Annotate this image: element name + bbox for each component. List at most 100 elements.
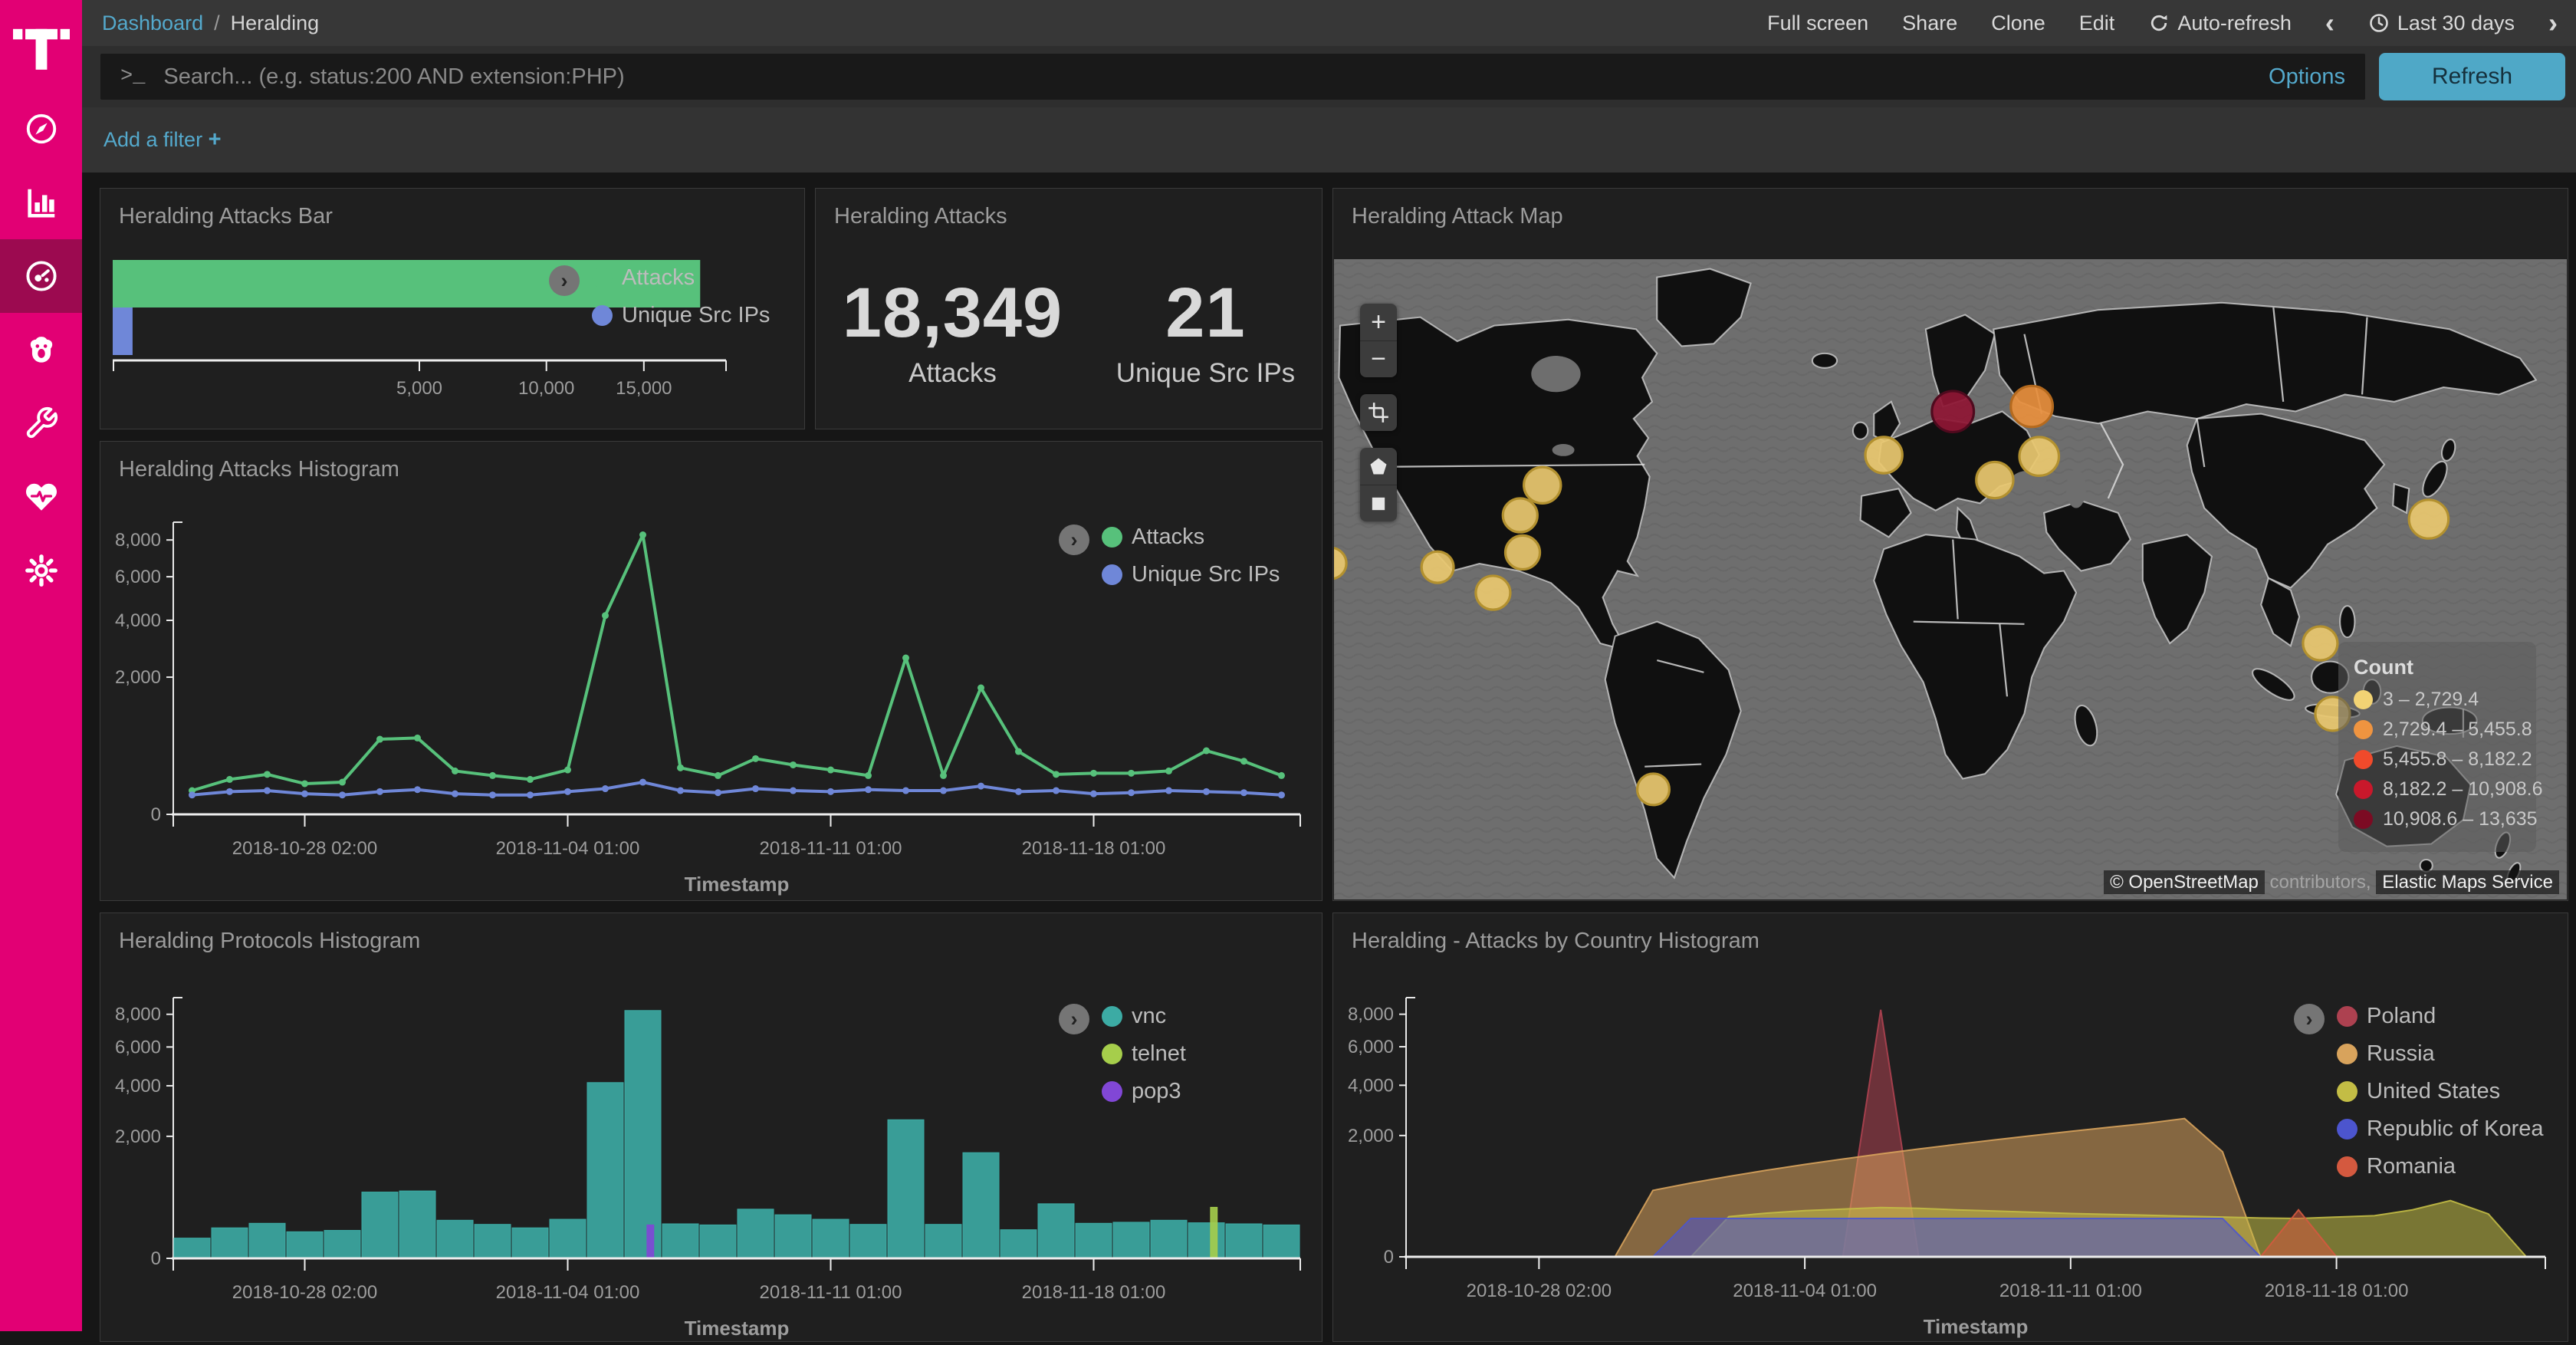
legend-label: 5,455.8 – 8,182.2: [2383, 748, 2532, 771]
metric-unique-src-ips: 21 Unique Src IPs: [1116, 273, 1295, 389]
legend-item[interactable]: Attacks: [1102, 525, 1280, 550]
legend-item[interactable]: telnet: [1102, 1041, 1186, 1067]
edit-button[interactable]: Edit: [2079, 12, 2115, 35]
map-controls: + −: [1360, 304, 1397, 521]
map-legend-item: 5,455.8 – 8,182.2: [2354, 748, 2521, 771]
rectangle-icon: [1368, 493, 1389, 515]
panel-heralding-attacks-metric: Heralding Attacks 18,349 Attacks 21 Uniq…: [815, 188, 1322, 429]
sidebar-item-discover[interactable]: [0, 92, 82, 166]
svg-text:2018-11-18 01:00: 2018-11-18 01:00: [2265, 1281, 2409, 1301]
map-legend-item: 3 – 2,729.4: [2354, 689, 2521, 711]
svg-text:15,000: 15,000: [616, 378, 672, 399]
map-draw-polygon-button[interactable]: [1360, 448, 1397, 485]
svg-text:6,000: 6,000: [1348, 1037, 1394, 1057]
dashboard-grid: Heralding Attacks Bar 5,00010,00015,000 …: [82, 173, 2576, 1331]
world-map[interactable]: + −: [1334, 259, 2567, 899]
share-button[interactable]: Share: [1902, 12, 1957, 35]
search-input[interactable]: [163, 64, 2253, 90]
sidebar-item-monitoring[interactable]: [0, 460, 82, 534]
crop-icon: [1368, 402, 1389, 423]
full-screen-button[interactable]: Full screen: [1767, 12, 1868, 35]
legend-item[interactable]: Attacks: [592, 265, 770, 291]
map-attribution: © OpenStreetMap contributors, Elastic Ma…: [2104, 872, 2559, 893]
map-zoom-out-button[interactable]: −: [1360, 340, 1397, 377]
legend-item[interactable]: Unique Src IPs: [1102, 562, 1280, 587]
legend-toggle-icon[interactable]: ›: [1059, 525, 1089, 555]
legend-color-dot: [592, 268, 613, 288]
legend-color-dot: [592, 305, 613, 326]
svg-text:2018-11-04 01:00: 2018-11-04 01:00: [496, 838, 640, 859]
svg-text:2018-11-04 01:00: 2018-11-04 01:00: [496, 1282, 640, 1303]
gauge-icon: [24, 258, 59, 294]
svg-text:2018-11-04 01:00: 2018-11-04 01:00: [1733, 1281, 1877, 1301]
legend-item[interactable]: Poland: [2337, 1004, 2544, 1029]
svg-text:2,000: 2,000: [115, 1126, 161, 1147]
map-legend-item: 2,729.4 – 5,455.8: [2354, 719, 2521, 741]
legend-item[interactable]: pop3: [1102, 1079, 1186, 1104]
telekom-logo[interactable]: [0, 0, 82, 92]
metric-value: 21: [1116, 273, 1295, 354]
svg-text:6,000: 6,000: [115, 567, 161, 587]
metric-label: Attacks: [843, 358, 1063, 389]
time-next-button[interactable]: ›: [2548, 9, 2558, 37]
legend-item[interactable]: United States: [2337, 1079, 2544, 1104]
protocols-histogram-chart: 02,0004,0006,0008,0002018-10-28 02:00201…: [100, 913, 1319, 1341]
breadcrumb: Dashboard / Heralding: [102, 12, 319, 35]
map-crop-button[interactable]: [1360, 394, 1397, 431]
refresh-button[interactable]: Refresh: [2379, 53, 2565, 100]
legend-item[interactable]: Russia: [2337, 1041, 2544, 1067]
legend-item[interactable]: vnc: [1102, 1004, 1186, 1029]
legend-color-dot: [2337, 1006, 2358, 1027]
svg-text:8,000: 8,000: [115, 530, 161, 551]
auto-refresh-button[interactable]: Auto-refresh: [2148, 12, 2292, 35]
add-filter-button[interactable]: Add a filter +: [104, 127, 222, 153]
search-bar-row: >_ Options Refresh: [82, 46, 2576, 107]
legend-label: Republic of Korea: [2367, 1116, 2544, 1142]
svg-text:6,000: 6,000: [115, 1037, 161, 1057]
svg-text:5,000: 5,000: [396, 378, 442, 399]
panel-title: Heralding Attacks: [816, 189, 1322, 245]
legend-label: Poland: [2367, 1004, 2436, 1029]
sidebar-item-dev-tools[interactable]: [0, 386, 82, 460]
sidebar: [0, 0, 82, 1331]
legend-toggle-icon[interactable]: ›: [1059, 1004, 1089, 1034]
legend-color-dot: [1102, 1081, 1122, 1102]
sidebar-item-dashboard[interactable]: [0, 239, 82, 313]
compass-icon: [24, 111, 59, 146]
clone-button[interactable]: Clone: [1991, 12, 2045, 35]
panel-heralding-protocols-histogram: Heralding Protocols Histogram 02,0004,00…: [100, 913, 1322, 1342]
ems-attribution[interactable]: Elastic Maps Service: [2376, 870, 2559, 894]
attacks-bar-legend: › Attacks Unique Src IPs: [549, 265, 770, 340]
legend-label: Russia: [2367, 1041, 2435, 1067]
gear-icon: [24, 553, 59, 588]
svg-text:2018-11-11 01:00: 2018-11-11 01:00: [1999, 1281, 2142, 1301]
map-draw-rectangle-button[interactable]: [1360, 485, 1397, 521]
legend-color-dot: [1102, 564, 1122, 585]
time-prev-button[interactable]: ‹: [2325, 9, 2334, 37]
svg-text:Timestamp: Timestamp: [685, 1317, 790, 1340]
time-range-picker[interactable]: Last 30 days: [2368, 12, 2515, 35]
legend-color-dot: [2337, 1156, 2358, 1177]
country-histogram-legend: › Poland Russia United States Republic of Ko…: [2294, 1004, 2544, 1192]
main-area: Dashboard / Heralding Full screen Share …: [82, 0, 2576, 1331]
legend-item[interactable]: Unique Src IPs: [592, 303, 770, 328]
legend-toggle-icon[interactable]: ›: [549, 265, 580, 296]
svg-text:4,000: 4,000: [115, 1076, 161, 1097]
legend-toggle-icon[interactable]: ›: [2294, 1004, 2325, 1034]
osm-attribution[interactable]: © OpenStreetMap: [2104, 870, 2265, 894]
map-zoom-in-button[interactable]: +: [1360, 304, 1397, 340]
legend-label: Unique Src IPs: [1132, 562, 1280, 587]
legend-item[interactable]: Romania: [2337, 1154, 2544, 1179]
svg-text:2018-10-28 02:00: 2018-10-28 02:00: [1467, 1281, 1612, 1301]
search-options-link[interactable]: Options: [2269, 64, 2345, 90]
svg-text:2,000: 2,000: [1348, 1126, 1394, 1146]
legend-item[interactable]: Republic of Korea: [2337, 1116, 2544, 1142]
legend-label: vnc: [1132, 1004, 1166, 1029]
sidebar-item-management[interactable]: [0, 534, 82, 607]
svg-text:8,000: 8,000: [1348, 1005, 1394, 1025]
breadcrumb-dashboard-link[interactable]: Dashboard: [102, 12, 203, 35]
sidebar-item-timelion[interactable]: [0, 313, 82, 386]
svg-text:2,000: 2,000: [115, 667, 161, 688]
sidebar-item-visualize[interactable]: [0, 166, 82, 239]
wrench-icon: [24, 406, 59, 441]
